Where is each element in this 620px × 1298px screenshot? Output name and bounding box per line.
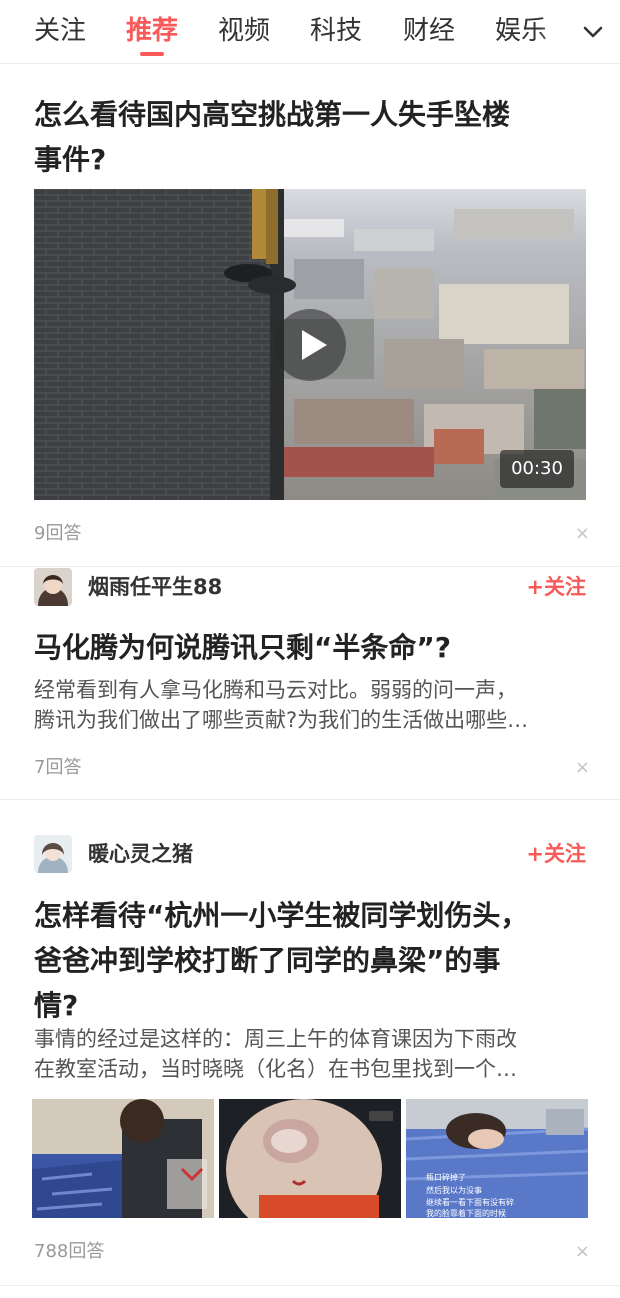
tab-fade xyxy=(540,0,566,63)
video-duration: 00:30 xyxy=(500,450,574,488)
author-row: 暖心灵之猪 +关注 xyxy=(34,835,586,875)
question-excerpt[interactable]: 事情的经过是这样的：周三上午的体育课因为下雨改 在教室活动，当时晓晓（化名）在书… xyxy=(34,1024,586,1084)
follow-button[interactable]: +关注 xyxy=(526,571,586,603)
channel-tab-bar: 关注 推荐 视频 科技 财经 娱乐 xyxy=(0,0,620,64)
author-name[interactable]: 烟雨任平生88 xyxy=(88,571,222,603)
thumbnail-image[interactable]: 瓶口碎掉了 然后我以为没事 继续看一看下面有没有碎 我的脸靠着下面的时候 xyxy=(406,1099,588,1218)
tab-follow[interactable]: 关注 xyxy=(34,14,86,48)
avatar-image xyxy=(34,835,72,873)
question-title[interactable]: 怎么看待国内高空挑战第一人失手坠楼 事件? xyxy=(34,92,586,182)
active-tab-indicator xyxy=(140,52,164,56)
tab-tech[interactable]: 科技 xyxy=(310,14,362,48)
video-thumbnail[interactable]: 00:30 xyxy=(34,189,586,500)
answer-count: 788回答 xyxy=(34,1241,105,1262)
play-button[interactable] xyxy=(274,309,346,381)
avatar[interactable] xyxy=(34,835,72,873)
question-title[interactable]: 马化腾为何说腾讯只剩“半条命”? xyxy=(34,625,586,670)
dismiss-button[interactable]: × xyxy=(575,522,590,546)
tab-video[interactable]: 视频 xyxy=(218,14,270,48)
answer-count: 9回答 xyxy=(34,523,82,544)
more-channels-button[interactable] xyxy=(566,0,620,63)
thumbnail-image[interactable] xyxy=(219,1099,401,1218)
follow-button[interactable]: +关注 xyxy=(526,838,586,870)
author-name[interactable]: 暖心灵之猪 xyxy=(88,838,193,870)
tab-recommend[interactable]: 推荐 xyxy=(126,14,178,48)
avatar-image xyxy=(34,568,72,606)
tab-finance[interactable]: 财经 xyxy=(403,14,455,48)
chevron-down-icon xyxy=(583,26,603,37)
image-thumbnails: 瓶口碎掉了 然后我以为没事 继续看一看下面有没有碎 我的脸靠着下面的时候 xyxy=(32,1099,588,1218)
answer-count: 7回答 xyxy=(34,757,82,778)
dismiss-button[interactable]: × xyxy=(575,1240,590,1264)
question-excerpt[interactable]: 经常看到有人拿马化腾和马云对比。弱弱的问一声， 腾讯为我们做出了哪些贡献?为我们… xyxy=(34,675,586,735)
play-icon xyxy=(302,330,327,360)
dismiss-button[interactable]: × xyxy=(575,756,590,780)
avatar[interactable] xyxy=(34,568,72,606)
thumbnail-image[interactable] xyxy=(32,1099,214,1218)
question-title[interactable]: 怎样看待“杭州一小学生被同学划伤头， 爸爸冲到学校打断了同学的鼻梁”的事 情? xyxy=(34,893,586,1028)
author-row: 烟雨任平生88 +关注 xyxy=(34,568,586,608)
